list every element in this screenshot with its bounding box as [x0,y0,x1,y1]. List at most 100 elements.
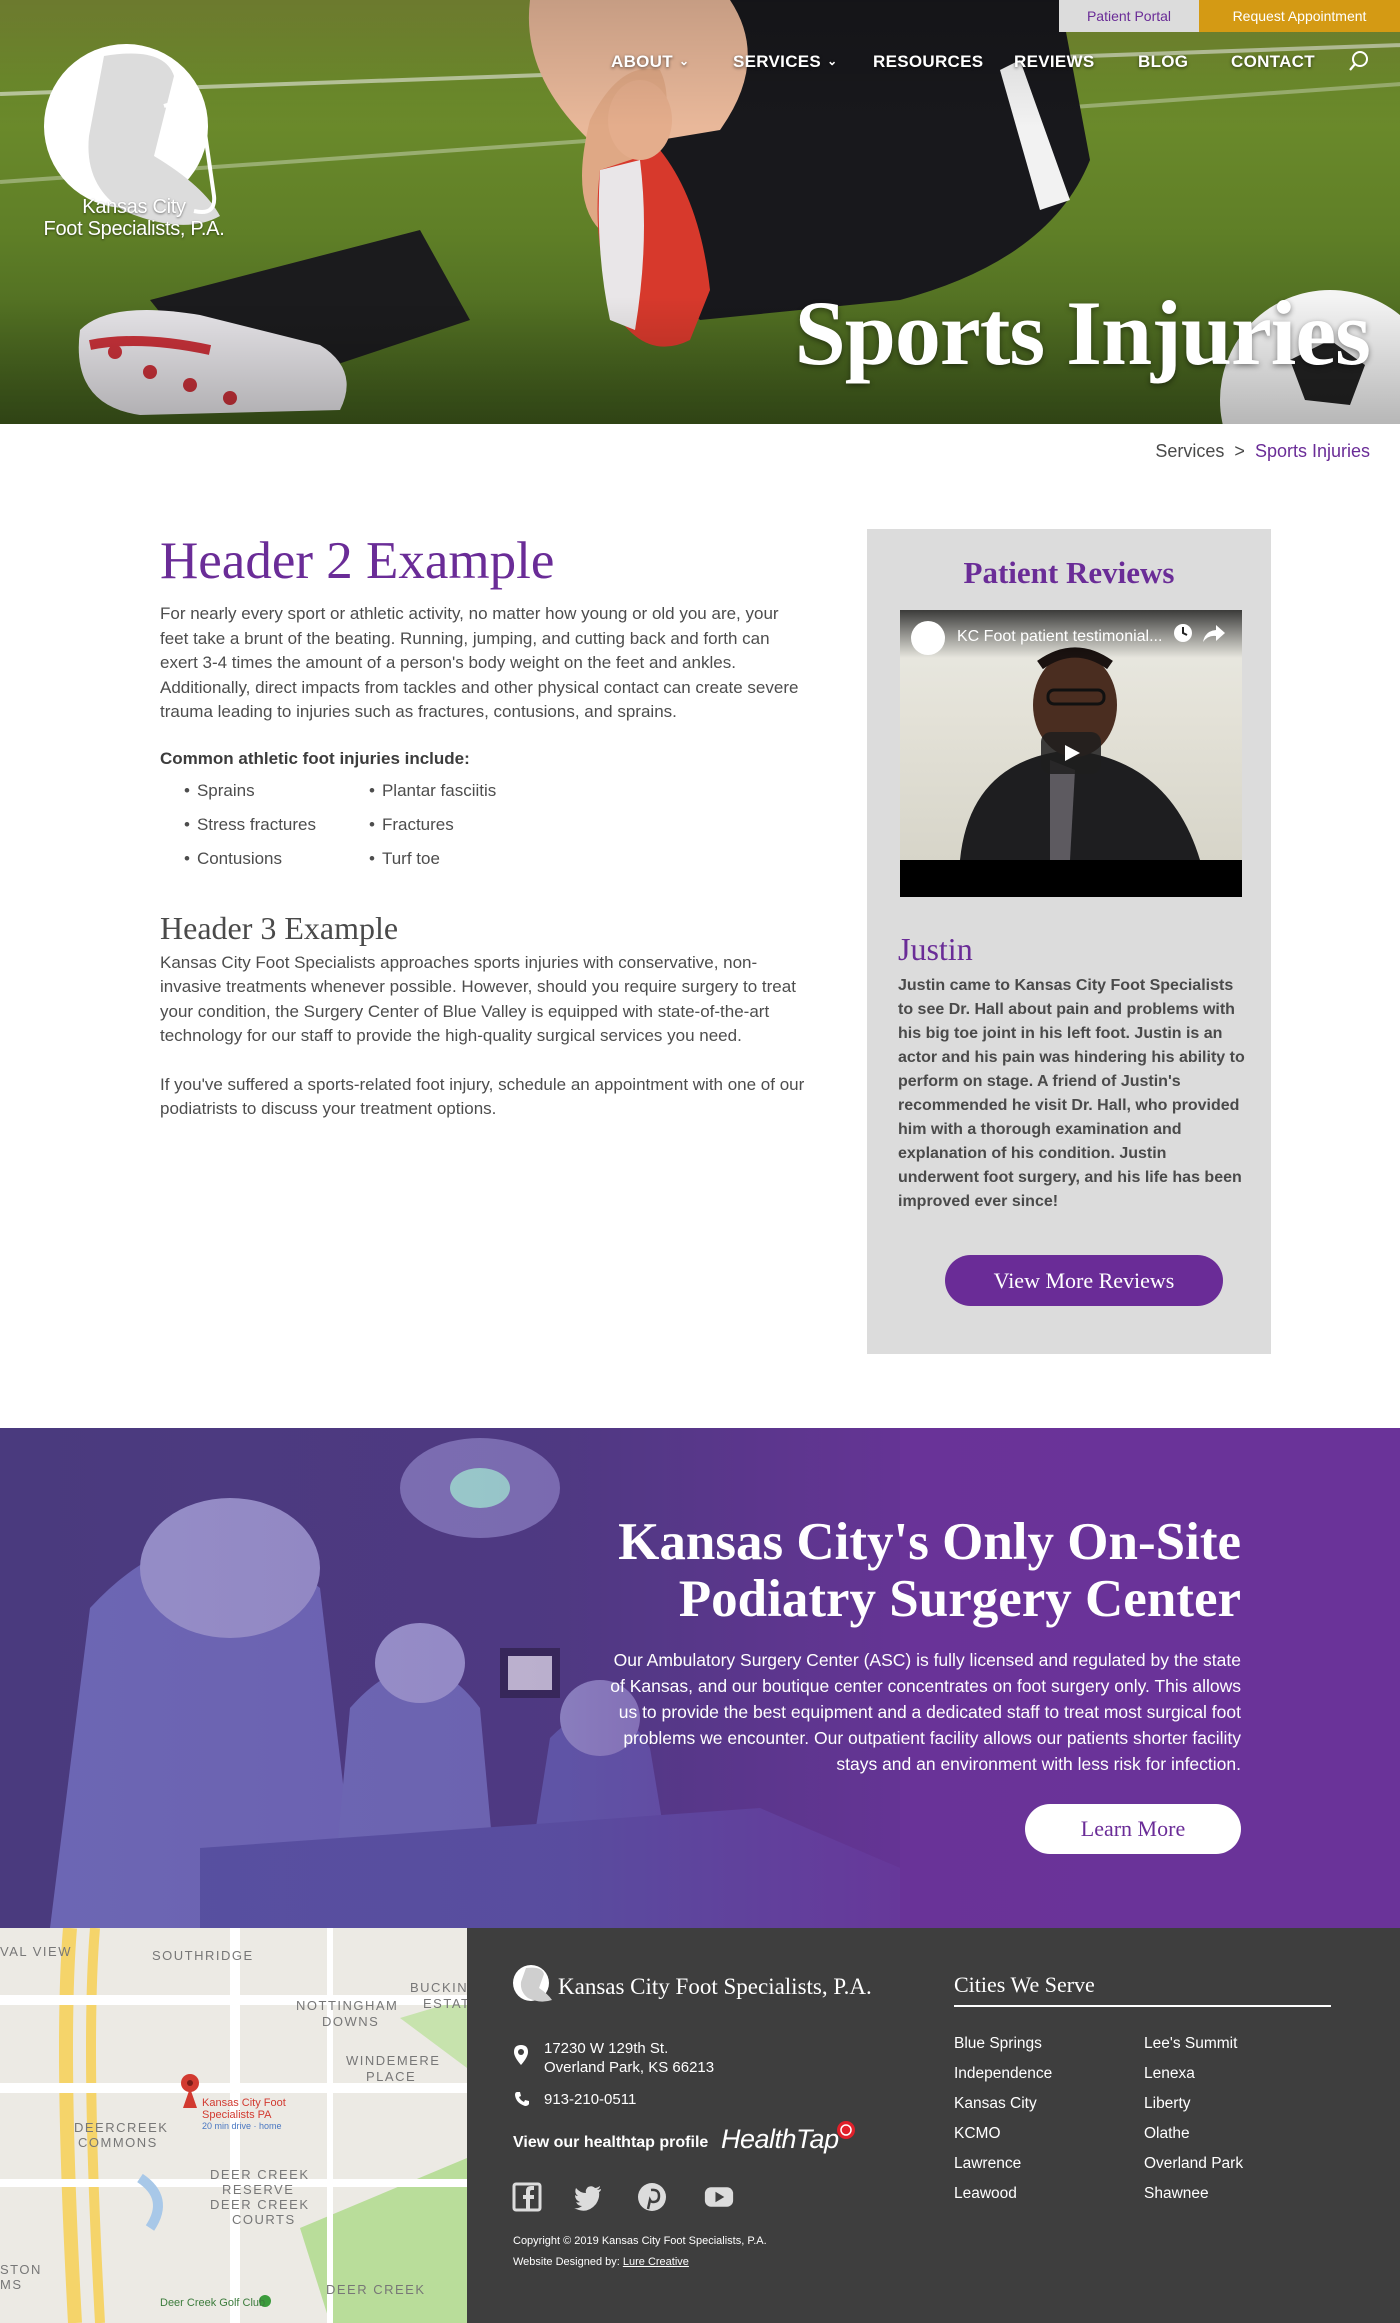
logo-text[interactable]: Kansas City Foot Specialists, P.A. [34,196,234,240]
surgery-paragraph: Kansas City Foot Specialists approaches … [160,952,796,1046]
nav-reviews[interactable]: REVIEWS [1014,52,1095,72]
footer-address[interactable]: 17230 W 129th St. Overland Park, KS 6621… [544,2039,714,2077]
patient-reviews-panel: Patient Reviews KC Foot patient testimon… [867,529,1271,1354]
nav-resources[interactable]: RESOURCES [873,52,983,72]
footer-phone[interactable]: 913-210-0511 [544,2091,636,2108]
patient-portal-button[interactable]: Patient Portal [1059,0,1199,32]
logo-line1: Kansas City [82,196,186,218]
chevron-down-icon: ⌄ [827,54,838,68]
review-text: Justin came to Kansas City Foot Speciali… [898,977,1245,1210]
map-pin-label[interactable]: Kansas City Foot Specialists PA [202,2097,286,2121]
map-label: MS [0,2277,23,2292]
video-title[interactable]: KC Foot patient testimonial... [957,628,1162,646]
map-label: DOWNS [322,2014,380,2029]
play-icon[interactable] [1041,732,1101,774]
designer-credit: Website Designed by: Lure Creative [513,2256,689,2268]
city-link[interactable]: Leawood [954,2185,1017,2203]
twitter-icon[interactable] [573,2182,603,2212]
share-icon[interactable] [1202,622,1226,644]
city-link[interactable]: Kansas City [954,2095,1037,2113]
map-label: STON [0,2262,42,2277]
map-label: ESTAT [423,1996,467,2011]
list-item: Sprains [184,781,255,801]
facebook-icon[interactable] [512,2182,542,2212]
city-link[interactable]: Independence [954,2065,1052,2083]
map-label: COURTS [232,2212,296,2227]
map-label: DEER CREEK [326,2282,426,2297]
banner-title-line2: Podiatry Surgery Center [678,1570,1241,1628]
chevron-down-icon: ⌄ [678,54,690,68]
map-label: WINDEMERE [346,2053,441,2068]
city-link[interactable]: Shawnee [1144,2185,1209,2203]
map-label: PLACE [366,2069,417,2084]
breadcrumb-current: Sports Injuries [1254,441,1370,461]
map-label: DEER CREEK [210,2197,310,2212]
request-appointment-button[interactable]: Request Appointment [1199,0,1400,32]
main-nav: ABOUT ⌄ SERVICES ⌄ RESOURCES REVIEWS BLOG … [0,52,1400,76]
address-line2: Overland Park, KS 66213 [544,2059,715,2076]
nav-about[interactable]: ABOUT ⌄ [611,52,689,72]
location-pin-icon [514,2045,528,2065]
breadcrumb: Services > Sports Injuries [1155,441,1370,462]
banner-title-line1: Kansas City's Only On-Site [618,1513,1241,1571]
designer-link[interactable]: Lure Creative [623,2256,689,2268]
footer-logo-icon[interactable] [512,1962,554,2004]
channel-avatar[interactable] [911,621,945,655]
map-label: SOUTHRIDGE [152,1948,254,1963]
map-pin-directions[interactable]: 20 min drive · home [202,2121,282,2131]
injury-list: Sprains Stress fractures Contusions Plan… [160,775,810,885]
banner-body: Our Ambulatory Surgery Center (ASC) is f… [610,1650,1241,1774]
location-map[interactable]: VAL VIEW SOUTHRIDGE BUCKING ESTAT NOTTIN… [0,1928,467,2323]
intro-paragraph: For nearly every sport or athletic activ… [160,604,799,721]
reviewer-name: Justin [898,931,973,967]
list-item: Stress fractures [184,815,316,835]
map-pin-label-line2: Specialists PA [202,2109,272,2121]
phone-icon [515,2092,529,2106]
nav-services-label: SERVICES [733,52,822,71]
map-label: DEERCREEK [74,2120,169,2135]
cta-paragraph: If you've suffered a sports-related foot… [160,1074,805,1119]
map-label: NOTTINGHAM [296,1998,399,2013]
city-link[interactable]: Liberty [1144,2095,1191,2113]
map-label: RESERVE [222,2182,295,2197]
copyright-text: Copyright © 2019 Kansas City Foot Specia… [513,2235,767,2247]
nav-services[interactable]: SERVICES ⌄ [733,52,837,72]
banner-title: Kansas City's Only On-Site Podiatry Surg… [618,1514,1241,1628]
city-link[interactable]: Blue Springs [954,2035,1042,2053]
healthtap-logo[interactable]: HealthTap [721,2124,839,2155]
nav-contact[interactable]: CONTACT [1231,52,1315,72]
city-link[interactable]: KCMO [954,2125,1001,2143]
city-link[interactable]: Olathe [1144,2125,1190,2143]
pinterest-icon[interactable] [637,2182,667,2212]
logo-line2: Foot Specialists, P.A. [43,218,225,240]
map-poi-golf: Deer Creek Golf Club [160,2297,266,2309]
breadcrumb-services-link[interactable]: Services [1155,441,1224,461]
surgery-center-banner: Kansas City's Only On-Site Podiatry Surg… [0,1428,1400,1928]
site-footer: Kansas City Foot Specialists, P.A. 17230… [467,1928,1400,2323]
breadcrumb-separator: > [1234,441,1245,461]
clock-icon[interactable] [1172,622,1194,644]
learn-more-button[interactable]: Learn More [1025,1804,1241,1854]
map-label: VAL VIEW [0,1944,72,1959]
view-more-reviews-button[interactable]: View More Reviews [945,1255,1223,1306]
main-content: Header 2 Example For nearly every sport … [160,526,810,1122]
map-pin-label-line1: Kansas City Foot [202,2097,286,2109]
healthtap-mark-icon [837,2121,855,2139]
search-icon[interactable] [1348,50,1370,72]
cities-title: Cities We Serve [954,1972,1095,1997]
nav-about-label: ABOUT [611,52,673,71]
city-link[interactable]: Lawrence [954,2155,1021,2173]
youtube-icon[interactable] [704,2182,734,2212]
map-label: DEER CREEK [210,2167,310,2182]
footer-company-name[interactable]: Kansas City Foot Specialists, P.A. [558,1974,872,2000]
city-link[interactable]: Lenexa [1144,2065,1195,2083]
designer-credit-label: Website Designed by: [513,2256,620,2268]
city-link[interactable]: Overland Park [1144,2155,1243,2173]
city-link[interactable]: Lee's Summit [1144,2035,1237,2053]
list-item: Plantar fasciitis [369,781,496,801]
injury-list-heading: Common athletic foot injuries include: [160,748,470,768]
video-player[interactable]: KC Foot patient testimonial... [900,610,1242,897]
nav-blog[interactable]: BLOG [1138,52,1188,72]
list-item: Fractures [369,815,454,835]
map-label: BUCKING [410,1980,467,1995]
